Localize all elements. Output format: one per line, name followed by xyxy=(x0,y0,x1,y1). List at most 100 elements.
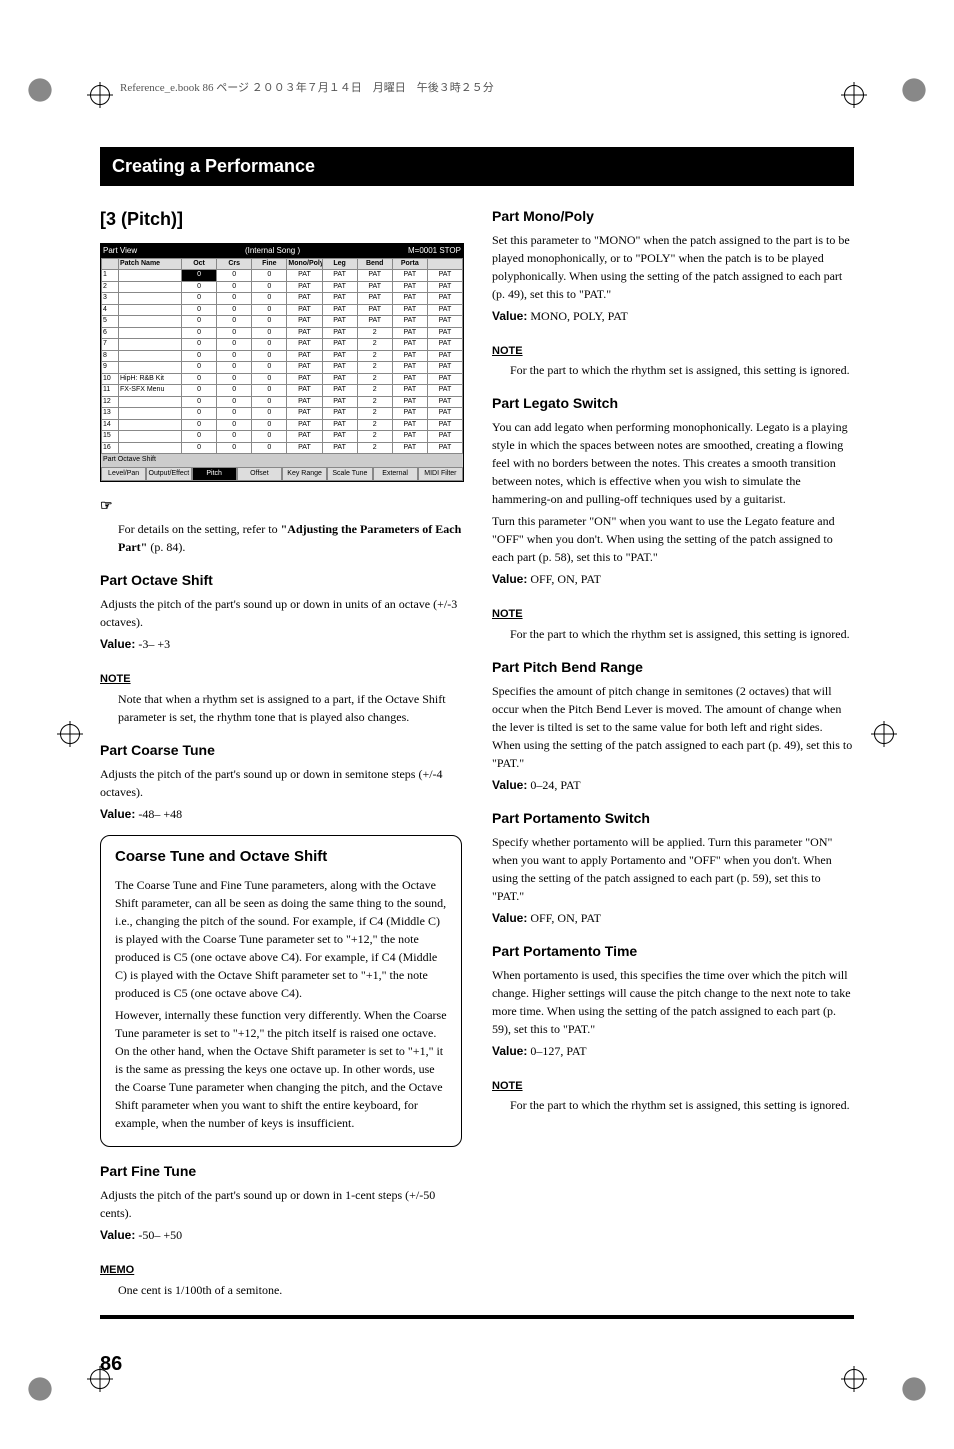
lcd-cell xyxy=(119,431,182,443)
lcd-cell: 2 xyxy=(357,408,392,420)
page-number: 86 xyxy=(100,1349,854,1379)
lcd-cell: 12 xyxy=(102,396,119,408)
lcd-screenshot: Part View (Internal Song ) M=0001 STOP P… xyxy=(100,243,464,483)
lcd-cell: 14 xyxy=(102,419,119,431)
chapter-header: Creating a Performance xyxy=(100,147,854,186)
lcd-header-cell: Oct xyxy=(182,258,217,270)
para-porttime: When portamento is used, this specifies … xyxy=(492,966,854,1038)
callout-coarse-vs-octave: Coarse Tune and Octave Shift The Coarse … xyxy=(100,835,462,1148)
lcd-title-mid: (Internal Song ) xyxy=(245,245,300,257)
lcd-cell xyxy=(119,350,182,362)
heading-part-portamento-switch: Part Portamento Switch xyxy=(492,808,854,829)
lcd-title-left: Part View xyxy=(103,245,137,257)
lcd-cell: 2 xyxy=(102,281,119,293)
lcd-cell: 0 xyxy=(217,385,252,397)
section-title-pitch: [3 (Pitch)] xyxy=(100,206,462,233)
lcd-cell: PAT xyxy=(427,350,462,362)
lcd-cell: FX-SFX Menu xyxy=(119,385,182,397)
lcd-cell xyxy=(119,408,182,420)
lcd-cell: PAT xyxy=(322,281,357,293)
lcd-cell: 1 xyxy=(102,270,119,282)
lcd-cell: 0 xyxy=(217,281,252,293)
lcd-row: 5000PATPATPATPATPAT xyxy=(102,316,463,328)
heading-part-fine-tune: Part Fine Tune xyxy=(100,1161,462,1182)
lcd-row: 3000PATPATPATPATPAT xyxy=(102,293,463,305)
crop-mark xyxy=(20,1369,60,1409)
lcd-cell: 0 xyxy=(182,362,217,374)
lcd-cell: PAT xyxy=(322,327,357,339)
value-coarse: Value: -48– +48 xyxy=(100,805,462,823)
lcd-cell: PAT xyxy=(322,431,357,443)
lcd-cell xyxy=(119,442,182,454)
left-column: [3 (Pitch)] Part View (Internal Song ) M… xyxy=(100,206,462,1309)
lcd-cell: PAT xyxy=(357,270,392,282)
lcd-cell: PAT xyxy=(392,385,427,397)
lcd-cell: 0 xyxy=(252,281,287,293)
lcd-cell: PAT xyxy=(427,304,462,316)
lcd-cell: 0 xyxy=(217,293,252,305)
lcd-cell: 0 xyxy=(217,270,252,282)
lcd-cell: PAT xyxy=(427,385,462,397)
lcd-cell: PAT xyxy=(287,408,322,420)
lcd-tabs: Level/PanOutput/EffectPitchOffsetKey Ran… xyxy=(101,467,463,482)
lcd-header-cell: Porta xyxy=(392,258,427,270)
lcd-row: 15000PATPAT2PATPAT xyxy=(102,431,463,443)
lcd-cell: 5 xyxy=(102,316,119,328)
lcd-cell: PAT xyxy=(287,350,322,362)
lcd-cell: 0 xyxy=(252,408,287,420)
lcd-cell: PAT xyxy=(392,373,427,385)
lcd-tab: Level/Pan xyxy=(101,467,146,482)
lcd-cell: 0 xyxy=(252,339,287,351)
lcd-header-cell: Crs xyxy=(217,258,252,270)
lcd-cell: PAT xyxy=(322,442,357,454)
note-label: NOTE xyxy=(492,343,523,360)
lcd-cell: PAT xyxy=(427,408,462,420)
value-octave: Value: -3– +3 xyxy=(100,635,462,653)
lcd-cell: PAT xyxy=(392,442,427,454)
lcd-cell: PAT xyxy=(322,362,357,374)
lcd-cell: PAT xyxy=(287,270,322,282)
lcd-cell: 0 xyxy=(217,373,252,385)
lcd-cell: 4 xyxy=(102,304,119,316)
value-fine: Value: -50– +50 xyxy=(100,1226,462,1244)
lcd-cell: 2 xyxy=(357,327,392,339)
heading-part-coarse-tune: Part Coarse Tune xyxy=(100,740,462,761)
lcd-header-cell: Leg xyxy=(322,258,357,270)
lcd-cell: 0 xyxy=(252,396,287,408)
lcd-tab: Key Range xyxy=(282,467,327,482)
right-column: Part Mono/Poly Set this parameter to "MO… xyxy=(492,206,854,1309)
lcd-header-cell: Patch Name xyxy=(119,258,182,270)
lcd-cell xyxy=(119,281,182,293)
lcd-cell: PAT xyxy=(287,304,322,316)
lcd-tab: Output/Effect xyxy=(146,467,191,482)
lcd-cell: 0 xyxy=(252,419,287,431)
lcd-cell: PAT xyxy=(427,327,462,339)
callout-p1: The Coarse Tune and Fine Tune parameters… xyxy=(115,876,447,1002)
lcd-cell: PAT xyxy=(392,293,427,305)
value-legato: Value: OFF, ON, PAT xyxy=(492,570,854,588)
lcd-cell: PAT xyxy=(427,396,462,408)
lcd-cell xyxy=(119,362,182,374)
lcd-row: 2000PATPATPATPATPAT xyxy=(102,281,463,293)
lcd-cell: PAT xyxy=(287,293,322,305)
lcd-cell: PAT xyxy=(392,362,427,374)
lcd-cell: PAT xyxy=(287,281,322,293)
lcd-cell: PAT xyxy=(392,316,427,328)
lcd-cell: 10 xyxy=(102,373,119,385)
lcd-cell: 0 xyxy=(217,442,252,454)
para-portsw: Specify whether portamento will be appli… xyxy=(492,833,854,905)
print-header: Reference_e.book 86 ページ ２００３年７月１４日 月曜日 午… xyxy=(120,80,894,97)
lcd-cell: 0 xyxy=(217,339,252,351)
lcd-cell: 0 xyxy=(182,293,217,305)
registration-mark xyxy=(90,1369,110,1389)
lcd-cell: 0 xyxy=(217,396,252,408)
registration-mark xyxy=(844,1369,864,1389)
lcd-cell: PAT xyxy=(322,408,357,420)
registration-mark xyxy=(844,85,864,105)
lcd-cell: 2 xyxy=(357,339,392,351)
lcd-row: 11FX-SFX Menu000PATPAT2PATPAT xyxy=(102,385,463,397)
lcd-cell: PAT xyxy=(427,442,462,454)
lcd-cell: PAT xyxy=(357,293,392,305)
lcd-cell: PAT xyxy=(322,385,357,397)
lcd-cell: PAT xyxy=(427,281,462,293)
